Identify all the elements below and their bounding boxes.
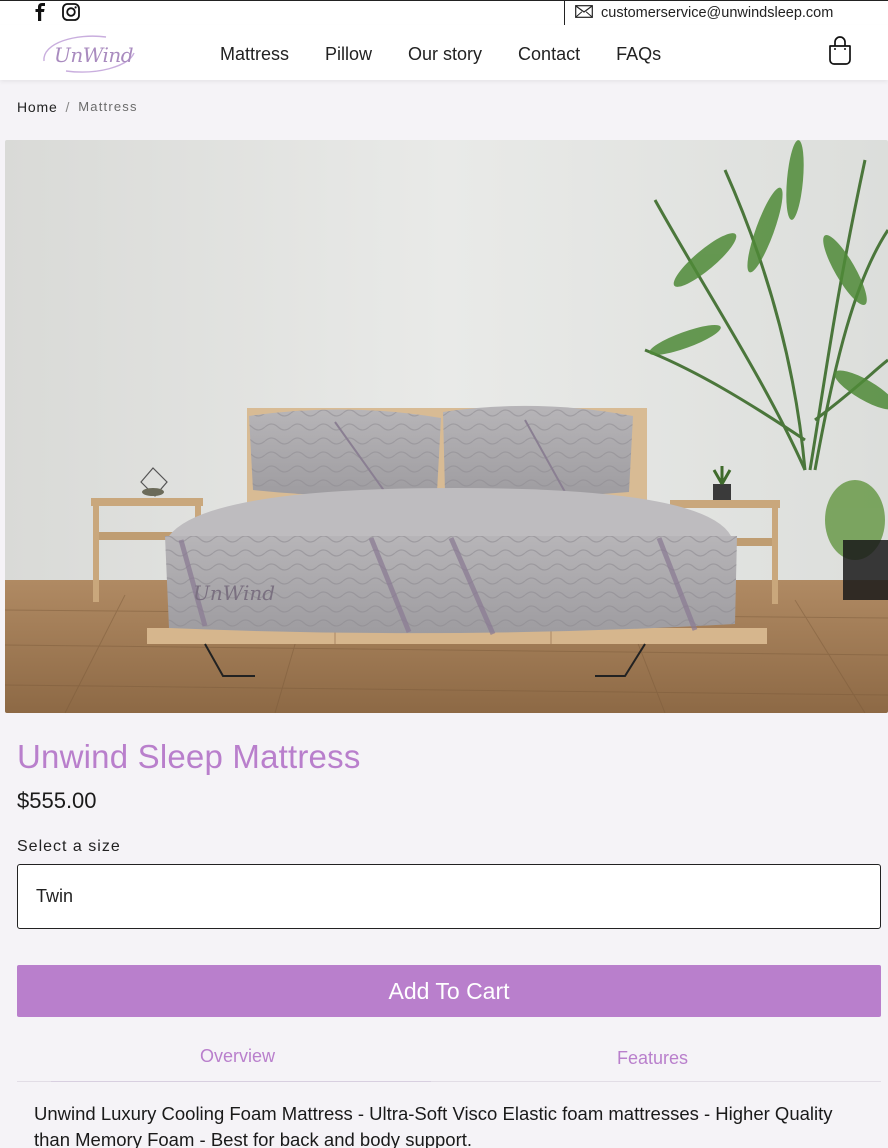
instagram-icon[interactable] — [62, 2, 80, 26]
tab-overview[interactable]: Overview — [51, 1040, 431, 1082]
tab-features[interactable]: Features — [432, 1040, 881, 1082]
breadcrumb-separator: / — [65, 99, 71, 115]
size-select-value: Twin — [36, 886, 74, 906]
contact-email[interactable]: customerservice@unwindsleep.com — [564, 0, 888, 26]
tab-active-indicator — [51, 1081, 431, 1082]
facebook-icon[interactable] — [34, 2, 46, 26]
envelope-icon — [575, 4, 593, 22]
size-select[interactable]: Twin — [17, 864, 881, 929]
top-utility-bar: customerservice@unwindsleep.com — [0, 0, 888, 26]
nav-item-pillow[interactable]: Pillow — [325, 44, 372, 65]
mattress-logo-text: UnWind — [193, 581, 275, 605]
nav-item-mattress[interactable]: Mattress — [220, 44, 289, 65]
tab-overview-label: Overview — [200, 1046, 276, 1066]
brand-logo[interactable]: UnWind — [36, 31, 138, 75]
nav-menu: Mattress Pillow Our story Contact FAQs — [220, 44, 661, 65]
product-title: Unwind Sleep Mattress — [17, 738, 361, 775]
brand-logo-text: UnWind — [54, 43, 134, 67]
tab-features-label: Features — [617, 1048, 689, 1068]
nav-item-contact[interactable]: Contact — [518, 44, 580, 65]
cart-icon[interactable] — [827, 35, 853, 67]
nav-item-our-story[interactable]: Our story — [408, 44, 482, 65]
main-navigation: UnWind Mattress Pillow Our story Contact… — [0, 25, 888, 80]
size-select-label: Select a size — [17, 838, 121, 855]
nav-item-faqs[interactable]: FAQs — [616, 44, 661, 65]
breadcrumb-current: Mattress — [78, 99, 138, 114]
product-description: Unwind Luxury Cooling Foam Mattress - Ul… — [34, 1103, 833, 1148]
breadcrumb: Home / Mattress — [17, 99, 138, 115]
social-links — [34, 2, 80, 26]
breadcrumb-home[interactable]: Home — [17, 99, 58, 115]
contact-email-text: customerservice@unwindsleep.com — [601, 5, 834, 21]
add-to-cart-button[interactable]: Add To Cart — [17, 965, 881, 1017]
product-tabs: Overview Features — [17, 1040, 881, 1082]
product-hero-image: UnWind — [5, 140, 888, 713]
product-price: $555.00 — [17, 788, 97, 813]
